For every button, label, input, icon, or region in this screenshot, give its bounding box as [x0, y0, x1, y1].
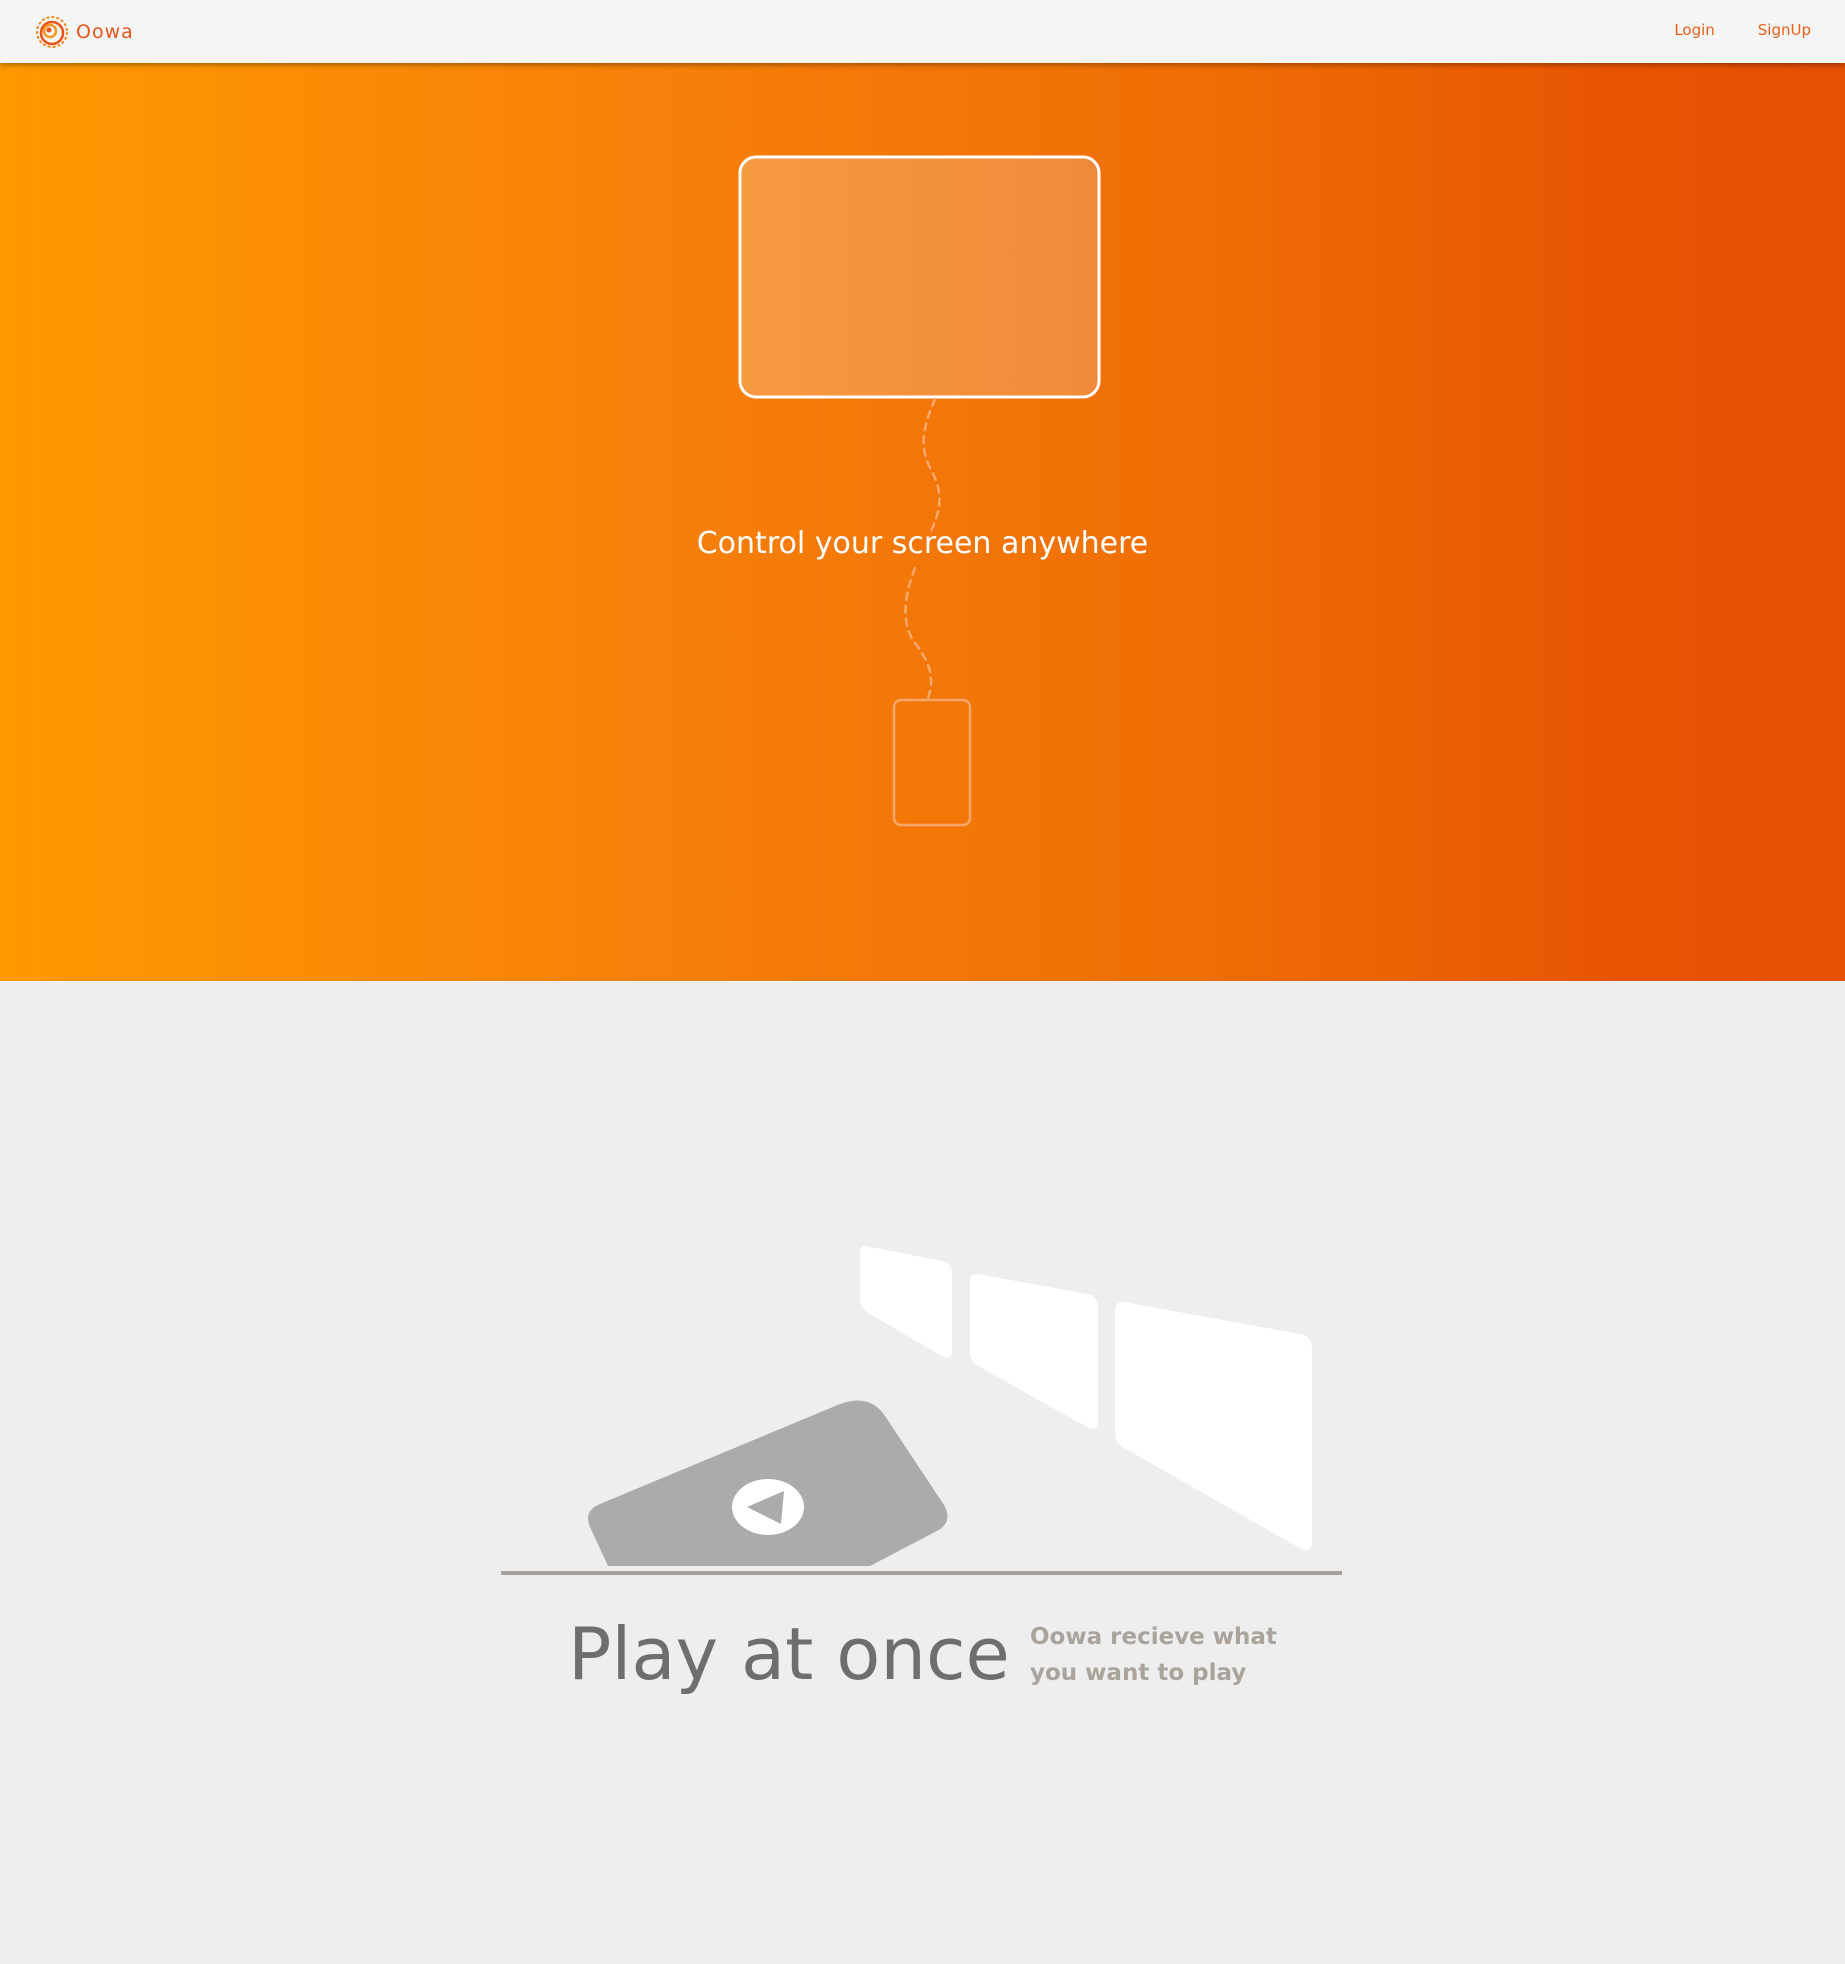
small-screen-icon — [860, 1245, 952, 1359]
hero-illustration — [738, 155, 1101, 827]
feature-description: Oowa recieve what you want to play — [1030, 1624, 1277, 1686]
hero-section: Control your screen anywhere — [0, 63, 1845, 981]
swirl-logo-icon — [36, 16, 68, 48]
large-screen-icon — [1115, 1301, 1312, 1550]
phone-icon — [892, 698, 972, 827]
logo[interactable]: Oowa — [34, 14, 134, 50]
hero-tagline: Control your screen anywhere — [696, 526, 1149, 561]
feature-section: Play at once Oowa recieve what you want … — [0, 981, 1845, 1964]
login-link[interactable]: Login — [1674, 21, 1714, 39]
feature-title: Play at once — [568, 1612, 1010, 1696]
feature-illustration — [501, 1245, 1342, 1575]
brand-name: Oowa — [76, 21, 134, 43]
screen-icon — [738, 155, 1101, 399]
signup-link[interactable]: SignUp — [1758, 21, 1811, 39]
nav-links: Login SignUp — [1674, 21, 1811, 39]
medium-screen-icon — [970, 1273, 1098, 1429]
navbar: Oowa Login SignUp — [0, 0, 1845, 63]
